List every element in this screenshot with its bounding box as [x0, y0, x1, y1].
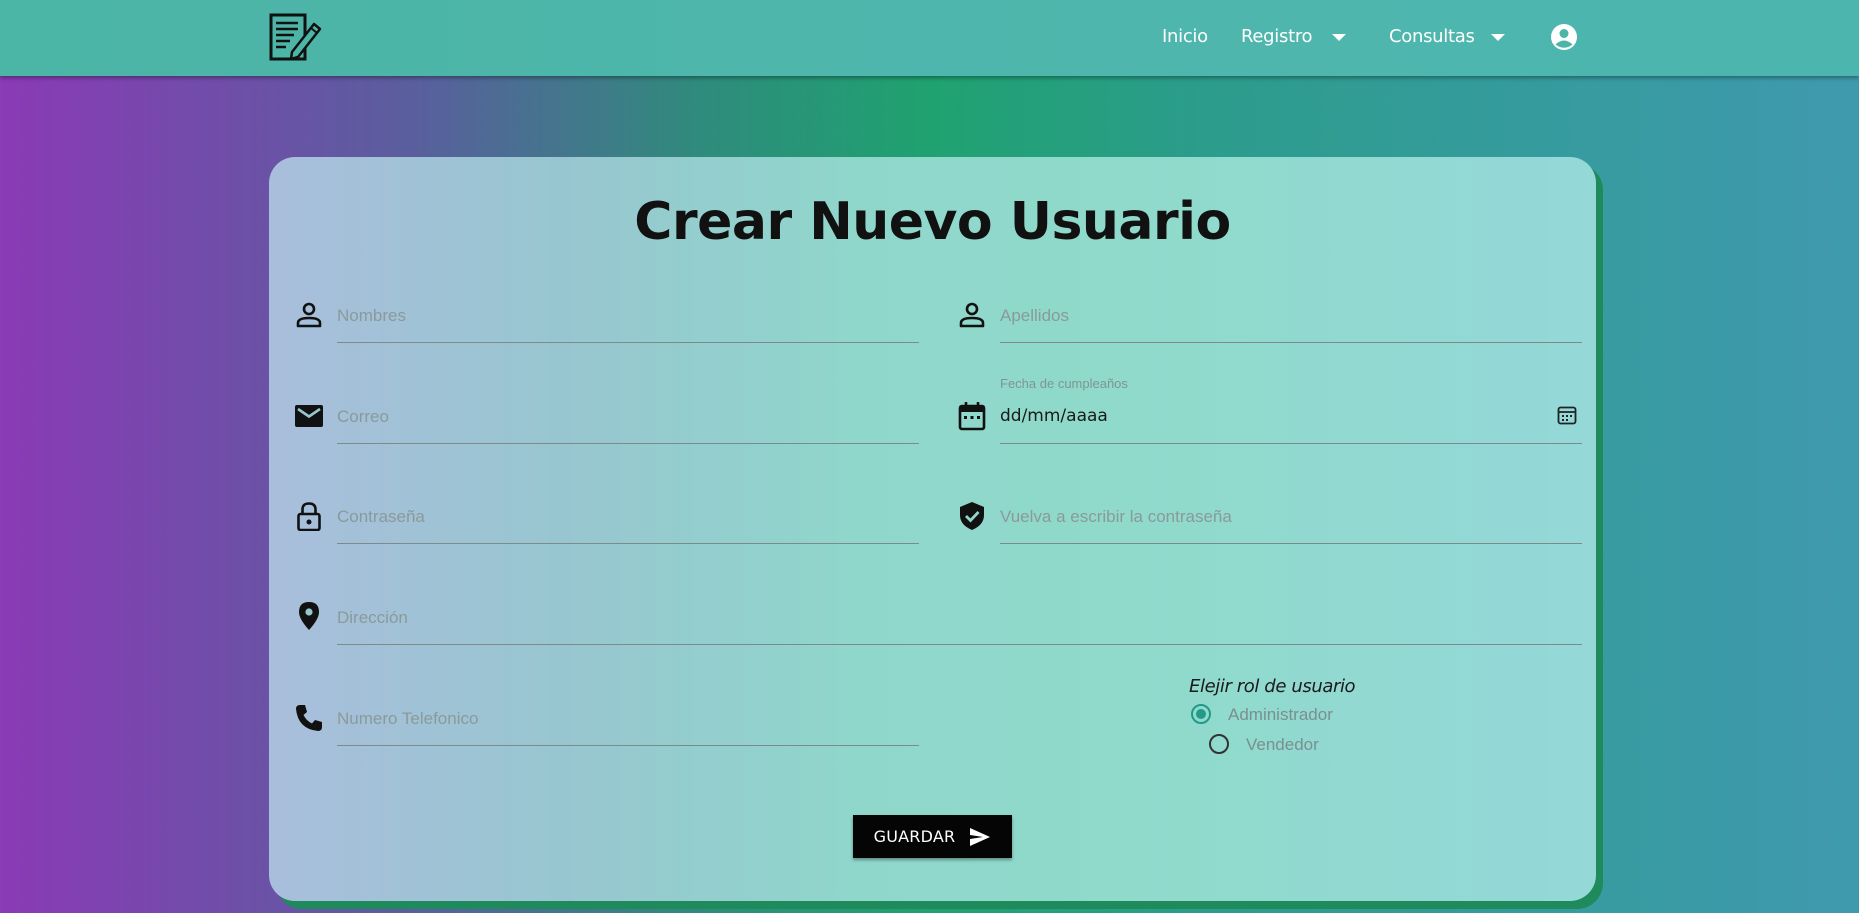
confirm-password-input[interactable]: Vuelva a escribir la contraseña: [1000, 507, 1232, 527]
address-input[interactable]: Dirección: [337, 608, 408, 628]
role-label: Elejir rol de usuario: [1189, 676, 1356, 697]
calendar-icon: [958, 402, 986, 431]
lock-open-icon: [297, 502, 321, 531]
password-input[interactable]: Contraseña: [337, 507, 425, 527]
document-edit-logo-icon[interactable]: [268, 12, 322, 64]
first-name-underline: [337, 342, 919, 343]
nav-queries-link[interactable]: Consultas: [1389, 26, 1475, 47]
person-outline-icon: [296, 302, 322, 328]
birthday-label: Fecha de cumpleaños: [1000, 376, 1128, 391]
last-name-underline: [1000, 342, 1582, 343]
phone-icon: [296, 705, 322, 731]
verified-shield-icon: [960, 502, 984, 530]
send-icon: [970, 827, 991, 846]
email-input[interactable]: Correo: [337, 407, 389, 427]
birthday-underline: [1000, 443, 1582, 444]
person-outline-icon: [959, 302, 985, 328]
create-user-card: [269, 157, 1596, 901]
mail-icon: [295, 405, 323, 427]
birthday-input[interactable]: dd/mm/aaaa: [1000, 406, 1108, 426]
register-chevron-down-icon[interactable]: [1332, 34, 1346, 41]
queries-chevron-down-icon[interactable]: [1491, 34, 1505, 41]
email-underline: [337, 443, 919, 444]
first-name-input[interactable]: Nombres: [337, 306, 406, 326]
role-seller-radio[interactable]: [1209, 734, 1229, 754]
address-underline: [337, 644, 1582, 645]
top-navbar: Inicio Registro Consultas: [0, 0, 1859, 76]
password-underline: [337, 543, 919, 544]
role-seller-label[interactable]: Vendedor: [1246, 735, 1319, 755]
phone-input[interactable]: Numero Telefonico: [337, 709, 478, 729]
nav-home-link[interactable]: Inicio: [1162, 26, 1208, 47]
save-button-label: GUARDAR: [873, 827, 956, 846]
nav-register-link[interactable]: Registro: [1241, 26, 1313, 47]
role-admin-radio[interactable]: [1191, 704, 1211, 724]
save-button[interactable]: GUARDAR: [853, 815, 1012, 858]
confirm-password-underline: [1000, 543, 1582, 544]
account-circle-icon[interactable]: [1550, 23, 1578, 51]
role-admin-label[interactable]: Administrador: [1228, 705, 1333, 725]
page-title: Crear Nuevo Usuario: [634, 192, 1231, 252]
phone-underline: [337, 745, 919, 746]
location-pin-icon: [299, 602, 319, 630]
last-name-input[interactable]: Apellidos: [1000, 306, 1069, 326]
date-picker-icon[interactable]: [1557, 405, 1577, 425]
